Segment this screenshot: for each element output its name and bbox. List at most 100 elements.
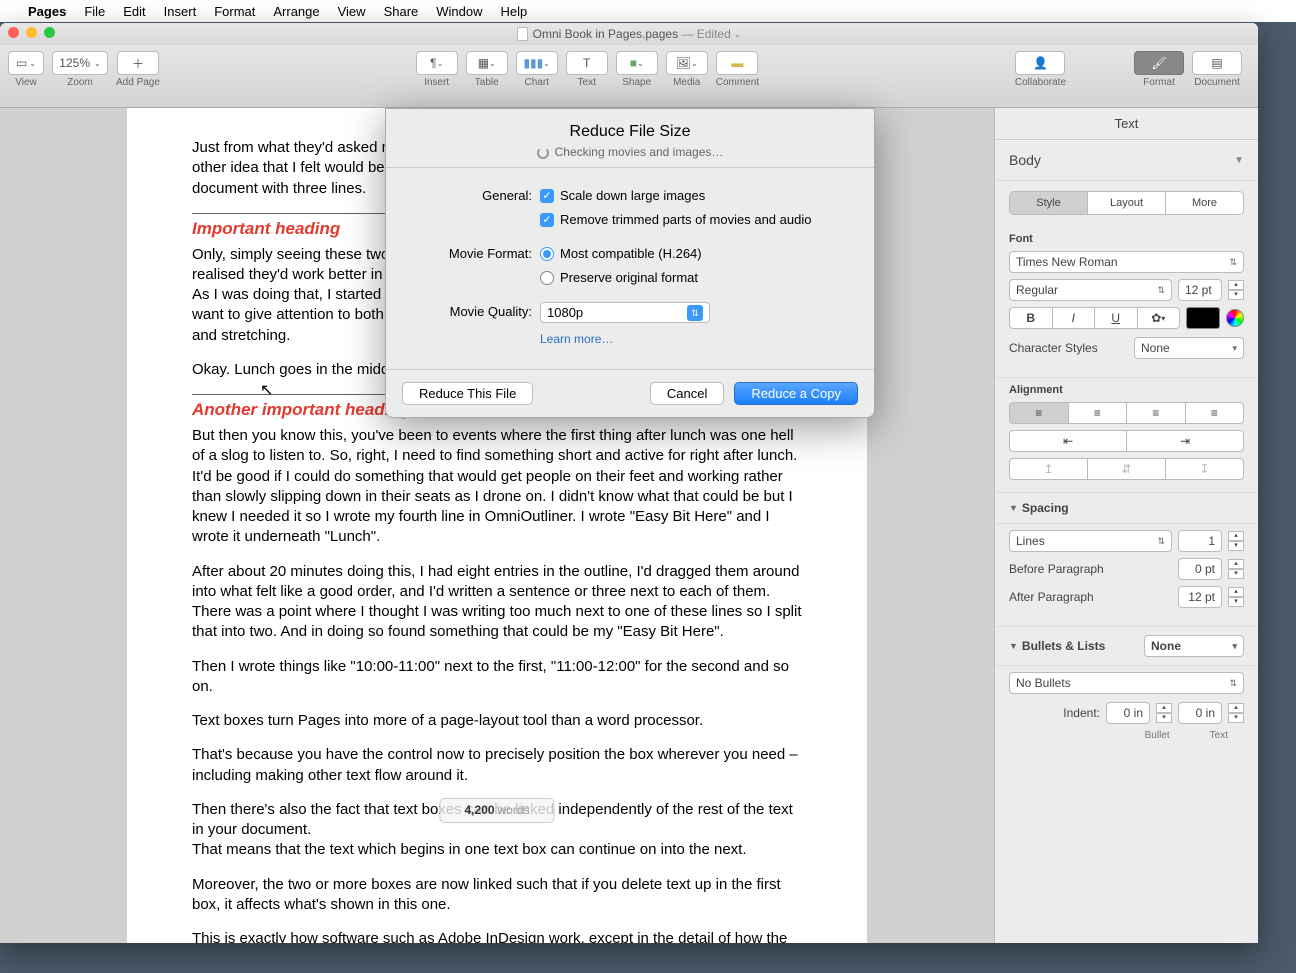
zoom-window-button[interactable]: [44, 27, 55, 38]
cancel-button[interactable]: Cancel: [650, 382, 724, 405]
before-paragraph-field[interactable]: 0 pt: [1178, 558, 1222, 580]
subtab-style[interactable]: Style: [1010, 192, 1088, 214]
bullet-indent-stepper[interactable]: ▴▾: [1156, 703, 1172, 723]
shape-button[interactable]: ■⌄: [616, 51, 658, 75]
traffic-lights[interactable]: [8, 27, 55, 38]
word-count-pill[interactable]: 4,200 words: [439, 798, 554, 823]
add-page-button[interactable]: ＋: [117, 51, 159, 75]
scale-images-checkbox[interactable]: ✓ Scale down large images: [540, 186, 850, 206]
spacing-mode-select[interactable]: Lines⇅: [1009, 530, 1172, 552]
most-compatible-label: Most compatible (H.264): [560, 244, 702, 264]
outdent-button[interactable]: ⇤: [1010, 431, 1127, 451]
body-paragraph[interactable]: Text boxes turn Pages into more of a pag…: [192, 711, 802, 731]
bold-button[interactable]: B: [1010, 308, 1053, 328]
spacing-value-field[interactable]: 1: [1178, 530, 1222, 552]
zoom-label: Zoom: [67, 77, 93, 88]
menu-format[interactable]: Format: [214, 4, 255, 19]
body-paragraph[interactable]: But then you know this, you've been to e…: [192, 426, 802, 548]
font-style-select[interactable]: Regular⇅: [1009, 279, 1172, 301]
table-label: Table: [475, 77, 499, 88]
insert-button[interactable]: ¶⌄: [416, 51, 458, 75]
comment-button[interactable]: ▬: [716, 51, 758, 75]
menu-window[interactable]: Window: [436, 4, 482, 19]
titlebar-chevron-icon[interactable]: ⌄: [734, 29, 742, 40]
zoom-dropdown[interactable]: 125%⌄: [52, 51, 108, 75]
select-arrows-icon: ⇅: [1157, 285, 1165, 296]
menu-edit[interactable]: Edit: [123, 4, 145, 19]
text-button[interactable]: T: [566, 51, 608, 75]
view-button[interactable]: ▭ ⌄: [8, 51, 44, 75]
collaborate-button[interactable]: 👤: [1015, 51, 1065, 75]
media-button[interactable]: 🖼⌄: [666, 51, 708, 75]
preserve-format-radio[interactable]: Preserve original format: [540, 268, 850, 288]
remove-trimmed-checkbox[interactable]: ✓ Remove trimmed parts of movies and aud…: [540, 210, 850, 230]
format-inspector-button[interactable]: 🖌: [1134, 51, 1184, 75]
document-inspector-button[interactable]: ▤: [1192, 51, 1242, 75]
font-size-field[interactable]: 12 pt: [1178, 279, 1222, 301]
spacing-stepper[interactable]: ▴▾: [1228, 531, 1244, 551]
body-paragraph[interactable]: That's because you have the control now …: [192, 745, 802, 786]
char-styles-select[interactable]: None▾: [1134, 337, 1244, 359]
align-right-button[interactable]: ≡: [1127, 403, 1186, 423]
system-menubar[interactable]: Pages File Edit Insert Format Arrange Vi…: [0, 0, 1296, 22]
align-justify-button[interactable]: ≡: [1186, 403, 1244, 423]
menu-view[interactable]: View: [338, 4, 366, 19]
font-section-label: Font: [1009, 233, 1244, 245]
bullets-style-select[interactable]: No Bullets⇅: [1009, 672, 1244, 694]
window-titlebar[interactable]: Omni Book in Pages.pages — Edited ⌄: [0, 23, 1258, 45]
minimize-window-button[interactable]: [26, 27, 37, 38]
reduce-this-file-button[interactable]: Reduce This File: [402, 382, 533, 405]
reduce-a-copy-button[interactable]: Reduce a Copy: [734, 382, 858, 405]
preserve-format-label: Preserve original format: [560, 268, 698, 288]
format-label: Format: [1143, 77, 1175, 88]
paragraph-style-picker[interactable]: Body ▼: [995, 140, 1258, 181]
align-left-button[interactable]: ≡: [1010, 403, 1069, 423]
menu-help[interactable]: Help: [501, 4, 528, 19]
font-size-stepper[interactable]: ▴▾: [1228, 280, 1244, 300]
subtab-layout[interactable]: Layout: [1088, 192, 1166, 214]
close-window-button[interactable]: [8, 27, 19, 38]
inspector-subtabs[interactable]: Style Layout More: [1009, 191, 1244, 215]
after-paragraph-field[interactable]: 12 pt: [1178, 586, 1222, 608]
font-family-select[interactable]: Times New Roman⇅: [1009, 251, 1244, 273]
table-button[interactable]: ▦⌄: [466, 51, 508, 75]
inspector-tab-text[interactable]: Text: [995, 108, 1258, 140]
body-paragraph[interactable]: This is exactly how software such as Ado…: [192, 929, 802, 943]
most-compatible-radio[interactable]: Most compatible (H.264): [540, 244, 850, 264]
italic-button[interactable]: I: [1053, 308, 1096, 328]
app-menu[interactable]: Pages: [28, 4, 66, 19]
spacing-disclosure[interactable]: ▼ Spacing: [995, 493, 1258, 524]
menu-arrange[interactable]: Arrange: [273, 4, 319, 19]
document-proxy-icon[interactable]: [517, 27, 528, 41]
underline-button[interactable]: U: [1095, 308, 1138, 328]
word-count-label: words: [498, 803, 530, 817]
menu-share[interactable]: Share: [384, 4, 419, 19]
text-indent-stepper[interactable]: ▴▾: [1228, 703, 1244, 723]
chart-button[interactable]: ▮▮▮⌄: [516, 51, 558, 75]
movie-quality-select[interactable]: 1080p ⇅: [540, 302, 710, 323]
color-picker-icon[interactable]: [1226, 309, 1244, 327]
bullets-preset-select[interactable]: None▾: [1144, 635, 1244, 657]
align-center-button[interactable]: ≡: [1069, 403, 1128, 423]
bullets-disclosure[interactable]: ▼ Bullets & Lists None▾: [995, 627, 1258, 666]
subtab-more[interactable]: More: [1166, 192, 1243, 214]
valign-top-button[interactable]: ↥: [1010, 459, 1088, 479]
menu-insert[interactable]: Insert: [164, 4, 197, 19]
valign-middle-button[interactable]: ⇵: [1088, 459, 1166, 479]
menu-file[interactable]: File: [84, 4, 105, 19]
body-paragraph[interactable]: Moreover, the two or more boxes are now …: [192, 875, 802, 916]
body-paragraph[interactable]: That means that the text which begins in…: [192, 840, 802, 860]
valign-bottom-button[interactable]: ↧: [1166, 459, 1243, 479]
indent-button[interactable]: ⇥: [1127, 431, 1243, 451]
text-indent-field[interactable]: 0 in: [1178, 702, 1222, 724]
body-paragraph[interactable]: Then I wrote things like "10:00-11:00" n…: [192, 657, 802, 698]
bullet-indent-field[interactable]: 0 in: [1106, 702, 1150, 724]
text-options-button[interactable]: ✿▾: [1138, 308, 1180, 328]
learn-more-link[interactable]: Learn more…: [540, 332, 613, 346]
shape-label: Shape: [622, 77, 651, 88]
before-stepper[interactable]: ▴▾: [1228, 559, 1244, 579]
text-color-well[interactable]: [1186, 307, 1220, 329]
after-stepper[interactable]: ▴▾: [1228, 587, 1244, 607]
body-paragraph[interactable]: After about 20 minutes doing this, I had…: [192, 562, 802, 643]
spinner-icon: [537, 147, 549, 159]
